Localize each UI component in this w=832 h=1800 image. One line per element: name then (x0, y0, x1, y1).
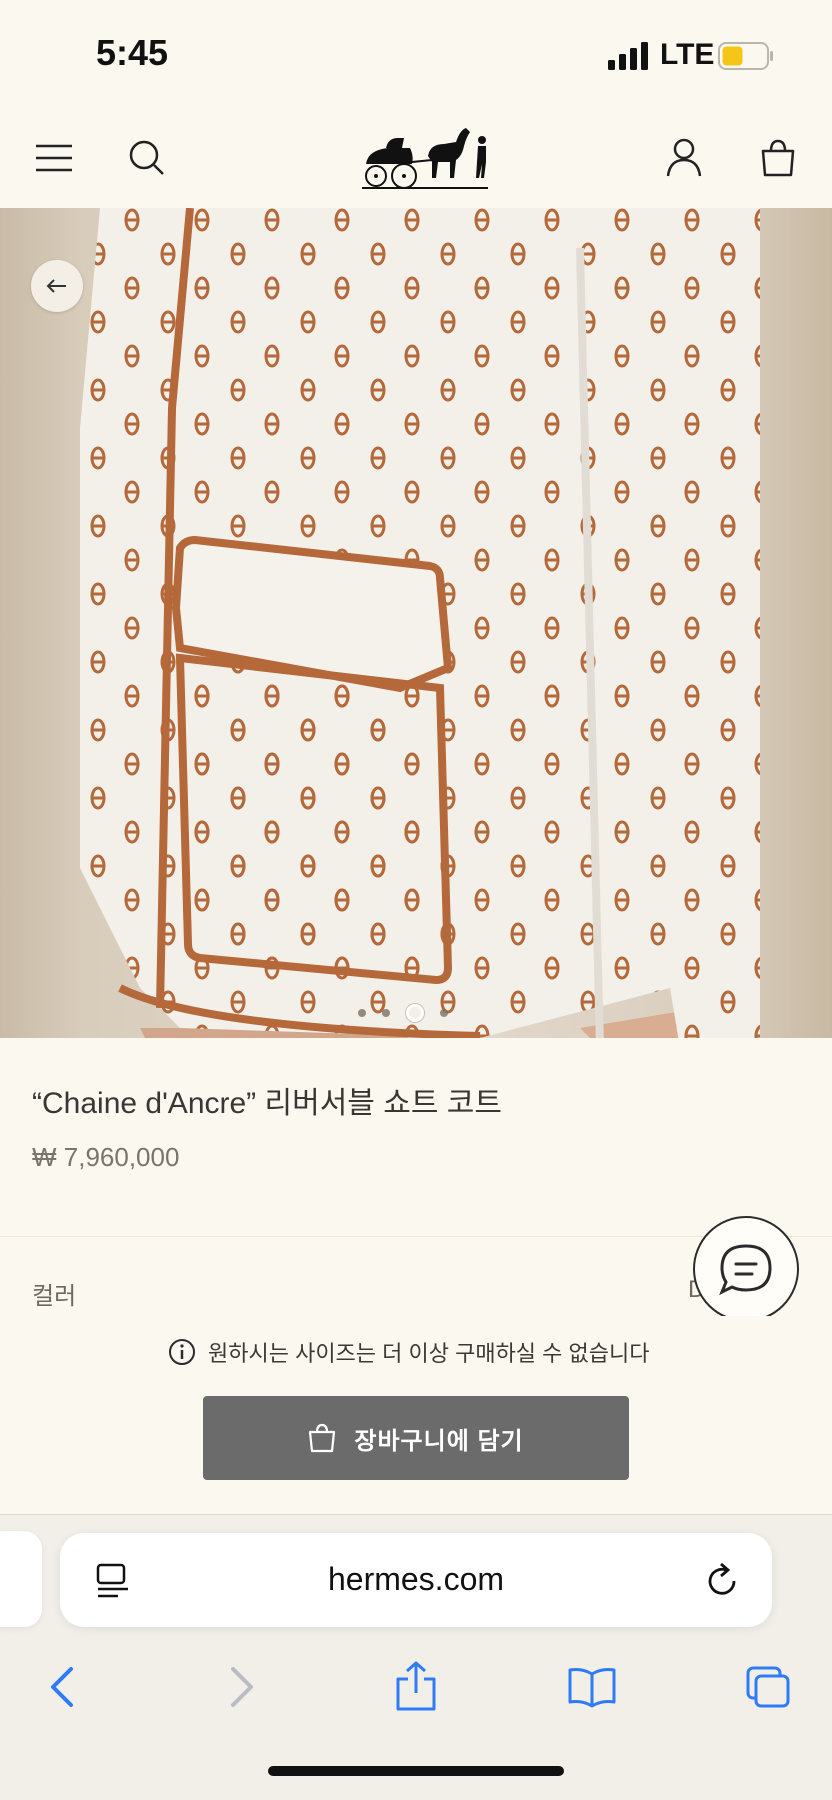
account-button[interactable] (654, 128, 714, 188)
share-icon (396, 1661, 436, 1711)
gallery-pagination (358, 1002, 448, 1024)
reload-icon[interactable] (702, 1561, 742, 1601)
gallery-back-button[interactable] (31, 260, 83, 312)
battery-icon (718, 42, 773, 70)
availability-notice: 원하시는 사이즈는 더 이상 구매하실 수 없습니다 (168, 1336, 649, 1368)
shopping-bag-icon (309, 1423, 336, 1453)
url-text[interactable]: hermes.com (60, 1561, 772, 1598)
menu-button[interactable] (24, 128, 84, 188)
status-bar: 5:45 LTE (0, 0, 832, 110)
signal-strength-icon (608, 42, 648, 70)
gallery-dot[interactable] (382, 1009, 390, 1017)
status-time: 5:45 (96, 32, 169, 73)
color-label: 컬러 (32, 1283, 77, 1310)
user-icon (666, 138, 702, 177)
chat-bubble-icon (719, 1244, 772, 1296)
gallery-dot[interactable] (440, 1009, 448, 1017)
bookmarks-button[interactable] (562, 1657, 622, 1717)
add-to-cart-label: 장바구니에 담기 (354, 1427, 524, 1455)
chat-button[interactable] (693, 1216, 799, 1322)
tabs-icon (746, 1666, 790, 1708)
forward-icon (231, 1667, 253, 1707)
shopping-bag-icon (761, 139, 795, 177)
back-icon (51, 1667, 73, 1707)
product-price: ₩ 7,960,000 (32, 1142, 180, 1172)
share-button[interactable] (386, 1657, 446, 1717)
previous-tab-preview[interactable] (0, 1531, 42, 1627)
browser-forward-button[interactable] (212, 1657, 272, 1717)
bookmarks-icon (568, 1668, 616, 1708)
home-indicator[interactable] (268, 1766, 564, 1776)
hermes-carriage-logo[interactable] (358, 116, 490, 200)
info-icon (169, 1339, 195, 1365)
notice-text: 원하시는 사이즈는 더 이상 구매하실 수 없습니다 (208, 1341, 650, 1366)
hamburger-menu-icon (36, 144, 72, 172)
gallery-dot[interactable] (358, 1009, 366, 1017)
tabs-button[interactable] (738, 1657, 798, 1717)
search-icon (129, 140, 164, 175)
address-bar[interactable]: hermes.com (60, 1533, 772, 1627)
product-title: “Chaine d'Ancre” 리버서블 쇼트 코트 (32, 1087, 502, 1120)
add-to-cart-button[interactable]: 장바구니에 담기 (203, 1396, 629, 1480)
gallery-dot-active[interactable] (406, 1004, 424, 1022)
product-image-jacket (80, 208, 760, 1038)
product-image-gallery[interactable] (0, 208, 832, 1038)
arrow-left-icon (46, 279, 66, 293)
network-type: LTE (660, 38, 715, 71)
purchase-panel: 원하시는 사이즈는 더 이상 구매하실 수 없습니다 장바구니에 담기 (0, 1316, 832, 1514)
browser-back-button[interactable] (32, 1657, 92, 1717)
browser-toolbar: hermes.com (0, 1514, 832, 1800)
site-header (0, 110, 832, 208)
search-button[interactable] (117, 128, 177, 188)
bag-button[interactable] (748, 128, 808, 188)
